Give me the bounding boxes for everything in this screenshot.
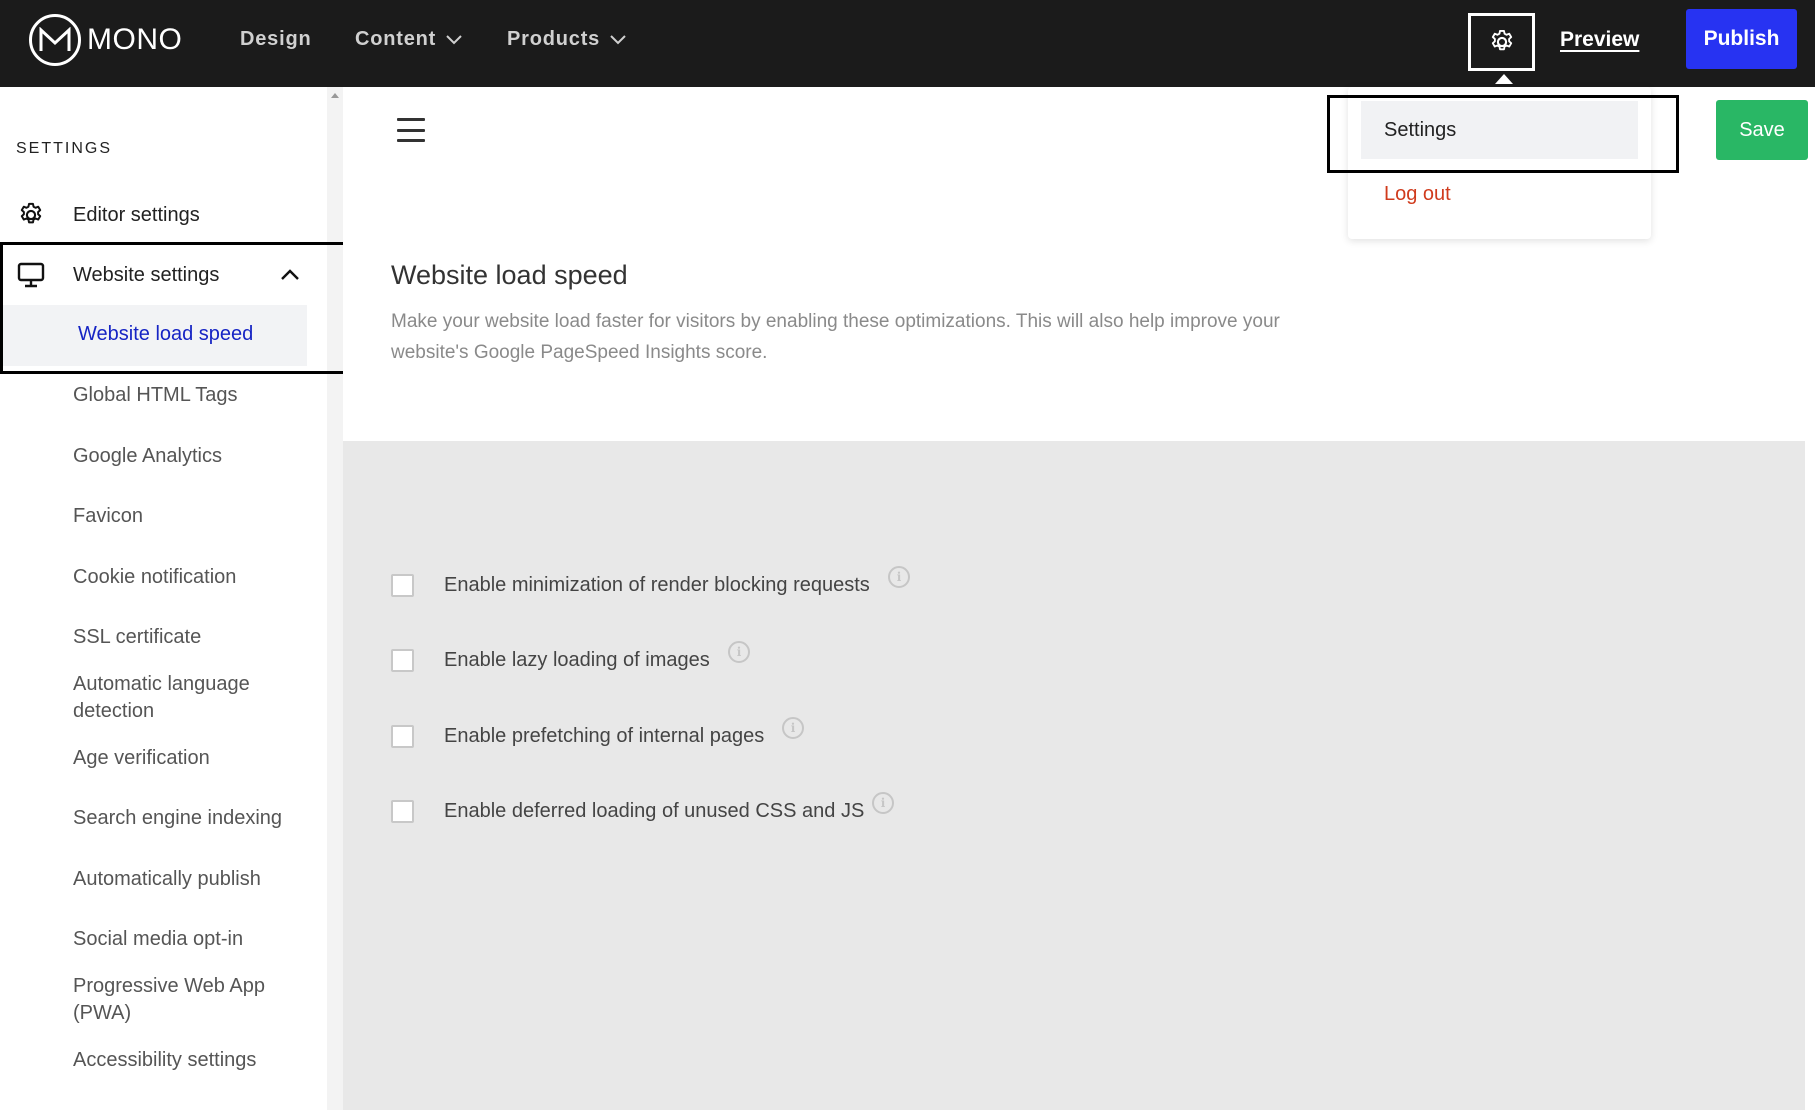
sidebar-item-accessibility-settings[interactable]: Accessibility settings [73, 1047, 303, 1074]
sidebar-item-favicon[interactable]: Favicon [73, 503, 303, 530]
nav-products-label: Products [507, 28, 601, 50]
nav-products[interactable]: Products [507, 28, 626, 51]
sidebar-item-pwa[interactable]: Progressive Web App (PWA) [73, 973, 303, 1027]
sidebar-item-cookie-notification[interactable]: Cookie notification [73, 564, 303, 591]
option-row[interactable]: Enable lazy loading of images [391, 649, 710, 672]
settings-gear-button[interactable] [1468, 13, 1535, 84]
page-title: Website load speed [391, 260, 628, 290]
info-icon[interactable]: i [872, 792, 894, 814]
page-description: Make your website load faster for visito… [391, 311, 1280, 363]
scroll-up-icon[interactable] [331, 93, 339, 98]
sidebar-item-automatically-publish[interactable]: Automatically publish [73, 866, 303, 893]
option-label: Enable lazy loading of images [444, 649, 710, 671]
sidebar-heading: SETTINGS [16, 140, 113, 157]
option-checkbox[interactable] [391, 574, 414, 597]
sidebar-item-label: Editor settings [73, 203, 200, 226]
option-label: Enable minimization of render blocking r… [444, 574, 870, 596]
sidebar-item-google-analytics[interactable]: Google Analytics [73, 443, 303, 470]
option-row[interactable]: Enable deferred loading of unused CSS an… [391, 800, 864, 823]
option-checkbox[interactable] [391, 800, 414, 823]
sidebar-item-social-media-opt-in[interactable]: Social media opt-in [73, 926, 303, 953]
info-icon[interactable]: i [888, 566, 910, 588]
main-content: Website load speed Make your website loa… [343, 87, 1805, 1110]
info-icon[interactable]: i [728, 641, 750, 663]
option-row[interactable]: Enable minimization of render blocking r… [391, 574, 870, 597]
sidebar-item-automatic-language-detection[interactable]: Automatic language detection [73, 671, 303, 725]
save-button[interactable]: Save [1716, 100, 1808, 160]
hamburger-menu-icon[interactable] [397, 118, 425, 142]
top-bar: MONO Design Content Products Preview Pub… [0, 0, 1815, 87]
nav-content-label: Content [355, 28, 437, 50]
settings-sidebar: SETTINGS Editor settings Website setting… [0, 87, 327, 1110]
logo-text: MONO [87, 23, 183, 56]
option-label: Enable prefetching of internal pages [444, 725, 765, 747]
nav-content[interactable]: Content [355, 28, 462, 51]
sidebar-item-ssl-certificate[interactable]: SSL certificate [73, 624, 303, 651]
option-label: Enable deferred loading of unused CSS an… [444, 800, 865, 822]
highlight-box-website-settings [0, 242, 350, 374]
chevron-down-icon [446, 34, 462, 44]
sidebar-item-editor-settings[interactable]: Editor settings [16, 200, 200, 230]
option-row[interactable]: Enable prefetching of internal pages [391, 725, 764, 748]
sidebar-item-age-verification[interactable]: Age verification [73, 745, 303, 772]
chevron-down-icon [610, 34, 626, 44]
preview-link[interactable]: Preview [1560, 28, 1639, 52]
highlight-box-settings [1327, 95, 1679, 173]
logo-mark [29, 14, 81, 66]
sidebar-scrollbar[interactable] [327, 87, 343, 1110]
sidebar-item-search-engine-indexing[interactable]: Search engine indexing [73, 805, 303, 832]
gear-icon [1491, 29, 1512, 51]
nav-design-label: Design [240, 28, 312, 50]
logo-m-icon [39, 27, 71, 51]
menu-item-logout[interactable]: Log out [1384, 183, 1451, 206]
publish-button[interactable]: Publish [1686, 9, 1797, 69]
logo[interactable]: MONO [29, 14, 182, 66]
option-checkbox[interactable] [391, 725, 414, 748]
info-icon[interactable]: i [782, 717, 804, 739]
nav-design[interactable]: Design [240, 28, 311, 51]
sidebar-item-global-html-tags[interactable]: Global HTML Tags [73, 382, 303, 409]
option-checkbox[interactable] [391, 649, 414, 672]
gear-icon [16, 200, 46, 230]
